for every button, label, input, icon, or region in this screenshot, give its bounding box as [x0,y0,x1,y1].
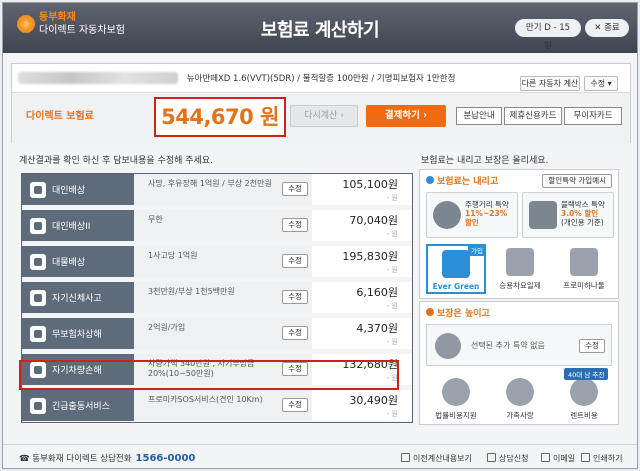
installment-info-button[interactable]: 분납안내 [456,107,502,125]
pay-button[interactable]: 결제하기 › [366,105,446,127]
tow-truck-icon [30,397,46,414]
won-icon [435,333,461,359]
blackbox-feature[interactable]: 블랙박스 특약 3.0% 할인 (개인용 기준) [522,192,614,238]
header: 동부화재 다이렉트 자동차보험 보험료 계산하기 만기 D - 15 일 ✕ 종… [3,3,637,53]
promi-hana-tile[interactable]: 프로미하나둘 [554,244,614,294]
coverage-edit-button[interactable]: 수정 [282,254,308,268]
edit-car-button[interactable]: 수정 ▾ [584,76,618,91]
close-button[interactable]: ✕ 종료 [585,19,629,37]
person-icon [30,181,46,198]
coverage-amount: 4,370원 [356,322,398,335]
calculator-window: 동부화재 다이렉트 자동차보험 보험료 계산하기 만기 D - 15 일 ✕ 종… [2,2,638,469]
interest-free-card-button[interactable]: 무이자카드 [564,107,622,125]
chevron-down-icon: ▾ [607,79,612,88]
discount-panel: 보험료는 내리고 할인특약 가입예시 주행거리 특약 11%~23% 할인 블랙박스… [419,169,619,299]
discount-panel-title: 보험료는 내리고 [437,177,499,187]
print-link[interactable]: 인쇄하기 [581,453,622,464]
evergreen-tile[interactable]: 가입 Ever Green [426,244,486,294]
property-icon [30,253,46,270]
coverage-row: 대인배상II 무한 수정 70,040원 - 원 [22,210,412,241]
email-link[interactable]: 이메일 [541,453,575,464]
coverage-amount: 70,040원 [349,214,398,227]
premium-summary: 뉴아반떼XD 1.6(VVT)(5DR) / 물적할증 100만원 / 기명피보… [11,63,631,144]
coverage-row: 대물배상 1사고당 1억원 수정 195,830원 - 원 [22,246,412,277]
coverage-edit-button[interactable]: 수정 [282,218,308,232]
car-info-text: 뉴아반떼XD 1.6(VVT)(5DR) / 물적할증 100만원 / 기명피보… [186,74,456,84]
rental-car-icon [570,378,598,406]
monitor-icon [442,250,470,278]
coverage-amount: 30,490원 [349,394,398,407]
coverage-edit-button[interactable]: 수정 [282,362,308,376]
steering-wheel-icon [433,201,461,229]
mileage-feature[interactable]: 주행거리 특약 11%~23% 할인 [426,192,518,238]
rider-box: 선택된 추가 특약 없음 수정 [426,324,612,366]
bullet-icon [426,176,434,184]
coverage-boost-panel: 보장은 높이고 선택된 추가 특약 없음 수정 법률비용지원 가족사랑 40대 … [419,301,619,425]
rider-status: 선택된 추가 특약 없음 [471,341,545,350]
previous-calc-link[interactable]: 이전계산내용보기 [401,453,472,464]
boost-panel-title: 보장은 높이고 [437,309,490,319]
footer: ☎ 동부화재 다이렉트 상담전화 1566-0000 이전계산내용보기 상담신청 … [3,444,637,468]
coverage-edit-button[interactable]: 수정 [282,290,308,304]
family-icon [506,378,534,406]
partner-card-button[interactable]: 제휴신용카드 [504,107,562,125]
scale-icon [442,378,470,406]
rental-cost-tile[interactable]: 40대 남 추천 렌트비용 [554,368,614,424]
coverage-edit-button[interactable]: 수정 [282,398,308,412]
phone-info: ☎ 동부화재 다이렉트 상담전화 1566-0000 [19,453,196,464]
coverage-row: 긴급출동서비스 프로미카SOS서비스(견인 10Km) 수정 30,490원 - … [22,390,412,421]
coverage-edit-button[interactable]: 수정 [282,326,308,340]
family-love-tile[interactable]: 가족사랑 [490,374,550,424]
car-damage-icon [30,361,46,378]
legal-cost-tile[interactable]: 법률비용지원 [426,374,486,424]
premium-bar: 다이렉트 보험료 544,670 원 다시계산 › 결제하기 › 분납안내 제휴… [12,92,630,144]
expiry-badge[interactable]: 만기 D - 15 일 [515,19,581,51]
coverage-edit-button[interactable]: 수정 [282,182,308,196]
recommend-badge: 40대 남 추천 [564,368,609,380]
coverage-row: 대인배상 사망, 후유장해 1억원 / 부상 2천만원 수정 105,100원 -… [22,174,412,205]
recalc-button[interactable]: 다시계산 › [290,105,358,127]
carfree-day-tile[interactable]: 승용차요일제 [490,244,550,294]
camera-icon [529,201,557,229]
premium-box: 544,670 원 [154,97,286,137]
hand-icon [30,289,46,306]
chevron-right-icon: › [423,110,428,121]
car-icon [506,248,534,276]
premium-label: 다이렉트 보험료 [26,111,94,122]
coverage-caption: 계산결과를 확인 하신 후 담보내용을 수정해 주세요. [19,156,213,166]
phone-icon: ☎ [19,454,33,464]
joined-badge: 가입 [468,244,486,256]
chevron-right-icon: › [340,111,344,121]
blurred-personal-info [18,72,178,84]
right-caption: 보험료는 내리고 보장은 올리세요. [421,156,549,166]
coverage-amount: 105,100원 [342,178,398,191]
bullet-icon [426,308,434,316]
close-icon: ✕ [594,23,605,33]
coverage-amount: 6,160원 [356,286,398,299]
accident-icon [30,217,46,234]
consult-link[interactable]: 상담신청 [487,453,528,464]
calc-other-car-button[interactable]: 다른 자동차 계산 [520,76,580,91]
coverage-amount: 195,830원 [342,250,398,263]
uninsured-car-icon [30,325,46,342]
coverage-row: 자기신체사고 3천만원/부상 1천5백만원 수정 6,160원 - 원 [22,282,412,313]
premium-value: 544,670 원 [161,105,279,129]
house-icon [570,248,598,276]
discount-example-button[interactable]: 할인특약 가입예시 [542,174,612,188]
coverage-amount: 132,680원 [342,358,398,371]
coverage-row: 자기차량손해 차량가액 340만원 , 자기부담금 20%(10~50만원) 수… [22,354,412,385]
coverage-table: 대인배상 사망, 후유장해 1억원 / 부상 2천만원 수정 105,100원 -… [21,173,413,423]
car-info: 뉴아반떼XD 1.6(VVT)(5DR) / 물적할증 100만원 / 기명피보… [18,72,498,86]
coverage-row: 무보험차상해 2억원/가입 수정 4,370원 - 원 [22,318,412,349]
phone-number: 1566-0000 [135,453,196,464]
rider-edit-button[interactable]: 수정 [579,339,605,353]
